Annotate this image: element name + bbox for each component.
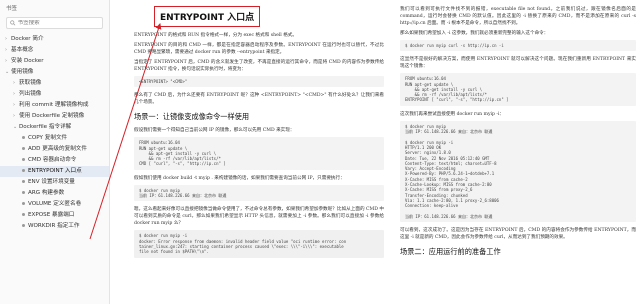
- sidebar-item-label: ADD 更高级的复制文件: [28, 146, 87, 152]
- paragraph: 当指定了 ENTRYPOINT 后，CMD 的含义就发生了改变，不再是直接的运行…: [134, 60, 384, 72]
- paragraph: ENTRYPOINT 的格式和 RUN 指令格式一样，分为 exec 格式和 s…: [134, 33, 297, 38]
- code-block: $ docker run myip 当前 IP：61.148.226.66 来自…: [400, 120, 636, 223]
- bullet-icon: [22, 136, 25, 139]
- sidebar-item[interactable]: › 获取镜像: [0, 78, 109, 89]
- page-column-left: ENTRYPOINT 入口点 ENTRYPOINT 的格式和 RUN 指令格式一…: [134, 6, 384, 263]
- sidebar-item[interactable]: CMD 容器启动命令: [0, 155, 109, 166]
- bookmark-search-box[interactable]: [6, 17, 103, 29]
- sidebar-item[interactable]: ARG 构建参数: [0, 188, 109, 199]
- code-block: FROM ubuntu:16.04 RUN apt-get update \ &…: [134, 137, 384, 170]
- paragraph: 那么有了 CMD 后，为什么还要有 ENTRYPOINT 呢？这种 <ENTRY…: [134, 93, 384, 106]
- sidebar-item[interactable]: › 使用 Dockerfile 定制镜像: [0, 111, 109, 122]
- code-block: FROM ubuntu:16.04 RUN apt-get update \ &…: [400, 73, 636, 106]
- section-title-entrypoint: ENTRYPOINT 入口点: [154, 6, 261, 27]
- sidebar-item[interactable]: ENV 设置环境变量: [0, 177, 109, 188]
- sidebar-item-label: VOLUME 定义匿名卷: [28, 201, 82, 207]
- sidebar-item[interactable]: › 基本概念: [0, 45, 109, 56]
- sidebar-item-label: CMD 容器启动命令: [28, 157, 77, 163]
- paragraph: 假设我们需要一个得知自己当前公网 IP 的镜像，那么可以先用 CMD 来实现：: [134, 128, 295, 134]
- code-block: $ docker run myip 当前 IP：61.148.226.66 来自…: [134, 184, 384, 202]
- paragraph: 可以看到，这次成功了。这是因为当存在 ENTRYPOINT 后，CMD 的内容将…: [400, 228, 636, 241]
- page-column-right: 我们可以看到可执行文件找不到的报错，executable file not fo…: [400, 6, 636, 262]
- sidebar-item[interactable]: WORKDIR 指定工作: [0, 221, 109, 232]
- sidebar-item-label: 获取镜像: [19, 80, 42, 86]
- sidebar-item-label: ENV 设置环境变量: [28, 179, 75, 185]
- sidebar-item-label: ARG 构建参数: [28, 190, 65, 196]
- paragraph: 嗯，这么看起来好像可以直接把镜像当做命令使用了，不过命令总有参数，如果我们希望加…: [134, 207, 384, 227]
- sidebar-item-label: 使用 Dockerfile 定制镜像: [19, 113, 85, 119]
- sidebar-title: 书签: [6, 6, 18, 12]
- bookmark-tree: › Docker 简介 › 基本概念 › 安装 Docker ⌄ 使用镜像 › 获取镜像 › 列出镜像…: [0, 34, 109, 232]
- bullet-icon: [22, 147, 25, 150]
- bullet-icon: [22, 202, 25, 205]
- sidebar-item[interactable]: › Docker 简介: [0, 34, 109, 45]
- sidebar-item-label: Dockerfile 指令详解: [19, 124, 72, 130]
- paragraph: 这显然不是很好的解决方案，而使用 ENTRYPOINT 就可以解决这个问题。现在…: [400, 57, 636, 70]
- sidebar-item-label: ENTRYPOINT 入口点: [28, 168, 82, 174]
- sidebar-item-label: 基本概念: [11, 47, 34, 53]
- bullet-icon: [22, 191, 25, 194]
- document-page: ENTRYPOINT 入口点 ENTRYPOINT 的格式和 RUN 指令格式一…: [120, 0, 640, 304]
- bookmark-search-input[interactable]: [17, 20, 102, 26]
- sidebar-item-label: EXPOSE 暴露端口: [28, 212, 75, 218]
- code-block: <ENTRYPOINT> "<CMD>": [134, 76, 384, 88]
- search-icon: [10, 20, 16, 26]
- sidebar-item-label: 列出镜像: [19, 91, 42, 97]
- paragraph: 我们可以看到可执行文件找不到的报错，executable file not fo…: [400, 7, 636, 26]
- sidebar-item-label: Docker 简介: [11, 36, 44, 42]
- sidebar-item[interactable]: EXPOSE 暴露端口: [0, 210, 109, 221]
- sidebar-item[interactable]: ADD 更高级的复制文件: [0, 144, 109, 155]
- sidebar-item[interactable]: › 安装 Docker: [0, 56, 109, 67]
- code-block: $ docker run myip curl -s http://ip.cn -…: [400, 40, 636, 52]
- scenario-heading: 场景二：应用运行前的准备工作: [400, 247, 501, 257]
- bullet-icon: [22, 224, 25, 227]
- sidebar-item-label: 安装 Docker: [11, 58, 44, 64]
- paragraph: ENTRYPOINT 的目的和 CMD 一样，都是在指定容器启动程序及参数。EN…: [134, 43, 384, 55]
- bullet-icon: [22, 169, 25, 172]
- bullet-icon: [22, 213, 25, 216]
- sidebar-item[interactable]: ⌄ 使用镜像: [0, 67, 109, 78]
- sidebar-item[interactable]: ⌄ Dockerfile 指令详解: [0, 122, 109, 133]
- sidebar-item[interactable]: › 利用 commit 理解镜像构成: [0, 100, 109, 111]
- paragraph: 假如我们使用 docker build -t myip . 来构建镜像的话，如果…: [134, 175, 345, 181]
- bookmark-sidebar: 书签 ›Docker 简介›基本概念›安装 Docker⌄使用镜像›获取镜像›列…: [0, 0, 110, 304]
- scenario-heading: 场景一：让镜像变成像命令一样使用: [134, 112, 250, 122]
- sidebar-item-label: COPY 复制文件: [28, 135, 68, 141]
- paragraph: 这次我们再来尝试直接使用 docker run myip -i：: [400, 111, 505, 117]
- sidebar-item-label: 利用 commit 理解镜像构成: [19, 102, 89, 108]
- sidebar-item[interactable]: › 列出镜像: [0, 89, 109, 100]
- bullet-icon: [22, 180, 25, 183]
- code-block: $ docker run myip -i docker: Error respo…: [134, 230, 384, 258]
- sidebar-item[interactable]: ENTRYPOINT 入口点: [0, 166, 109, 177]
- sidebar-item-label: WORKDIR 指定工作: [28, 223, 80, 229]
- sidebar-item[interactable]: COPY 复制文件: [0, 133, 109, 144]
- paragraph: 那么如果我们希望加入 -i 这参数，我们就必须重新完整的输入这个命令：: [400, 31, 549, 36]
- sidebar-item[interactable]: VOLUME 定义匿名卷: [0, 199, 109, 210]
- bullet-icon: [22, 158, 25, 161]
- sidebar-item-label: 使用镜像: [11, 69, 34, 75]
